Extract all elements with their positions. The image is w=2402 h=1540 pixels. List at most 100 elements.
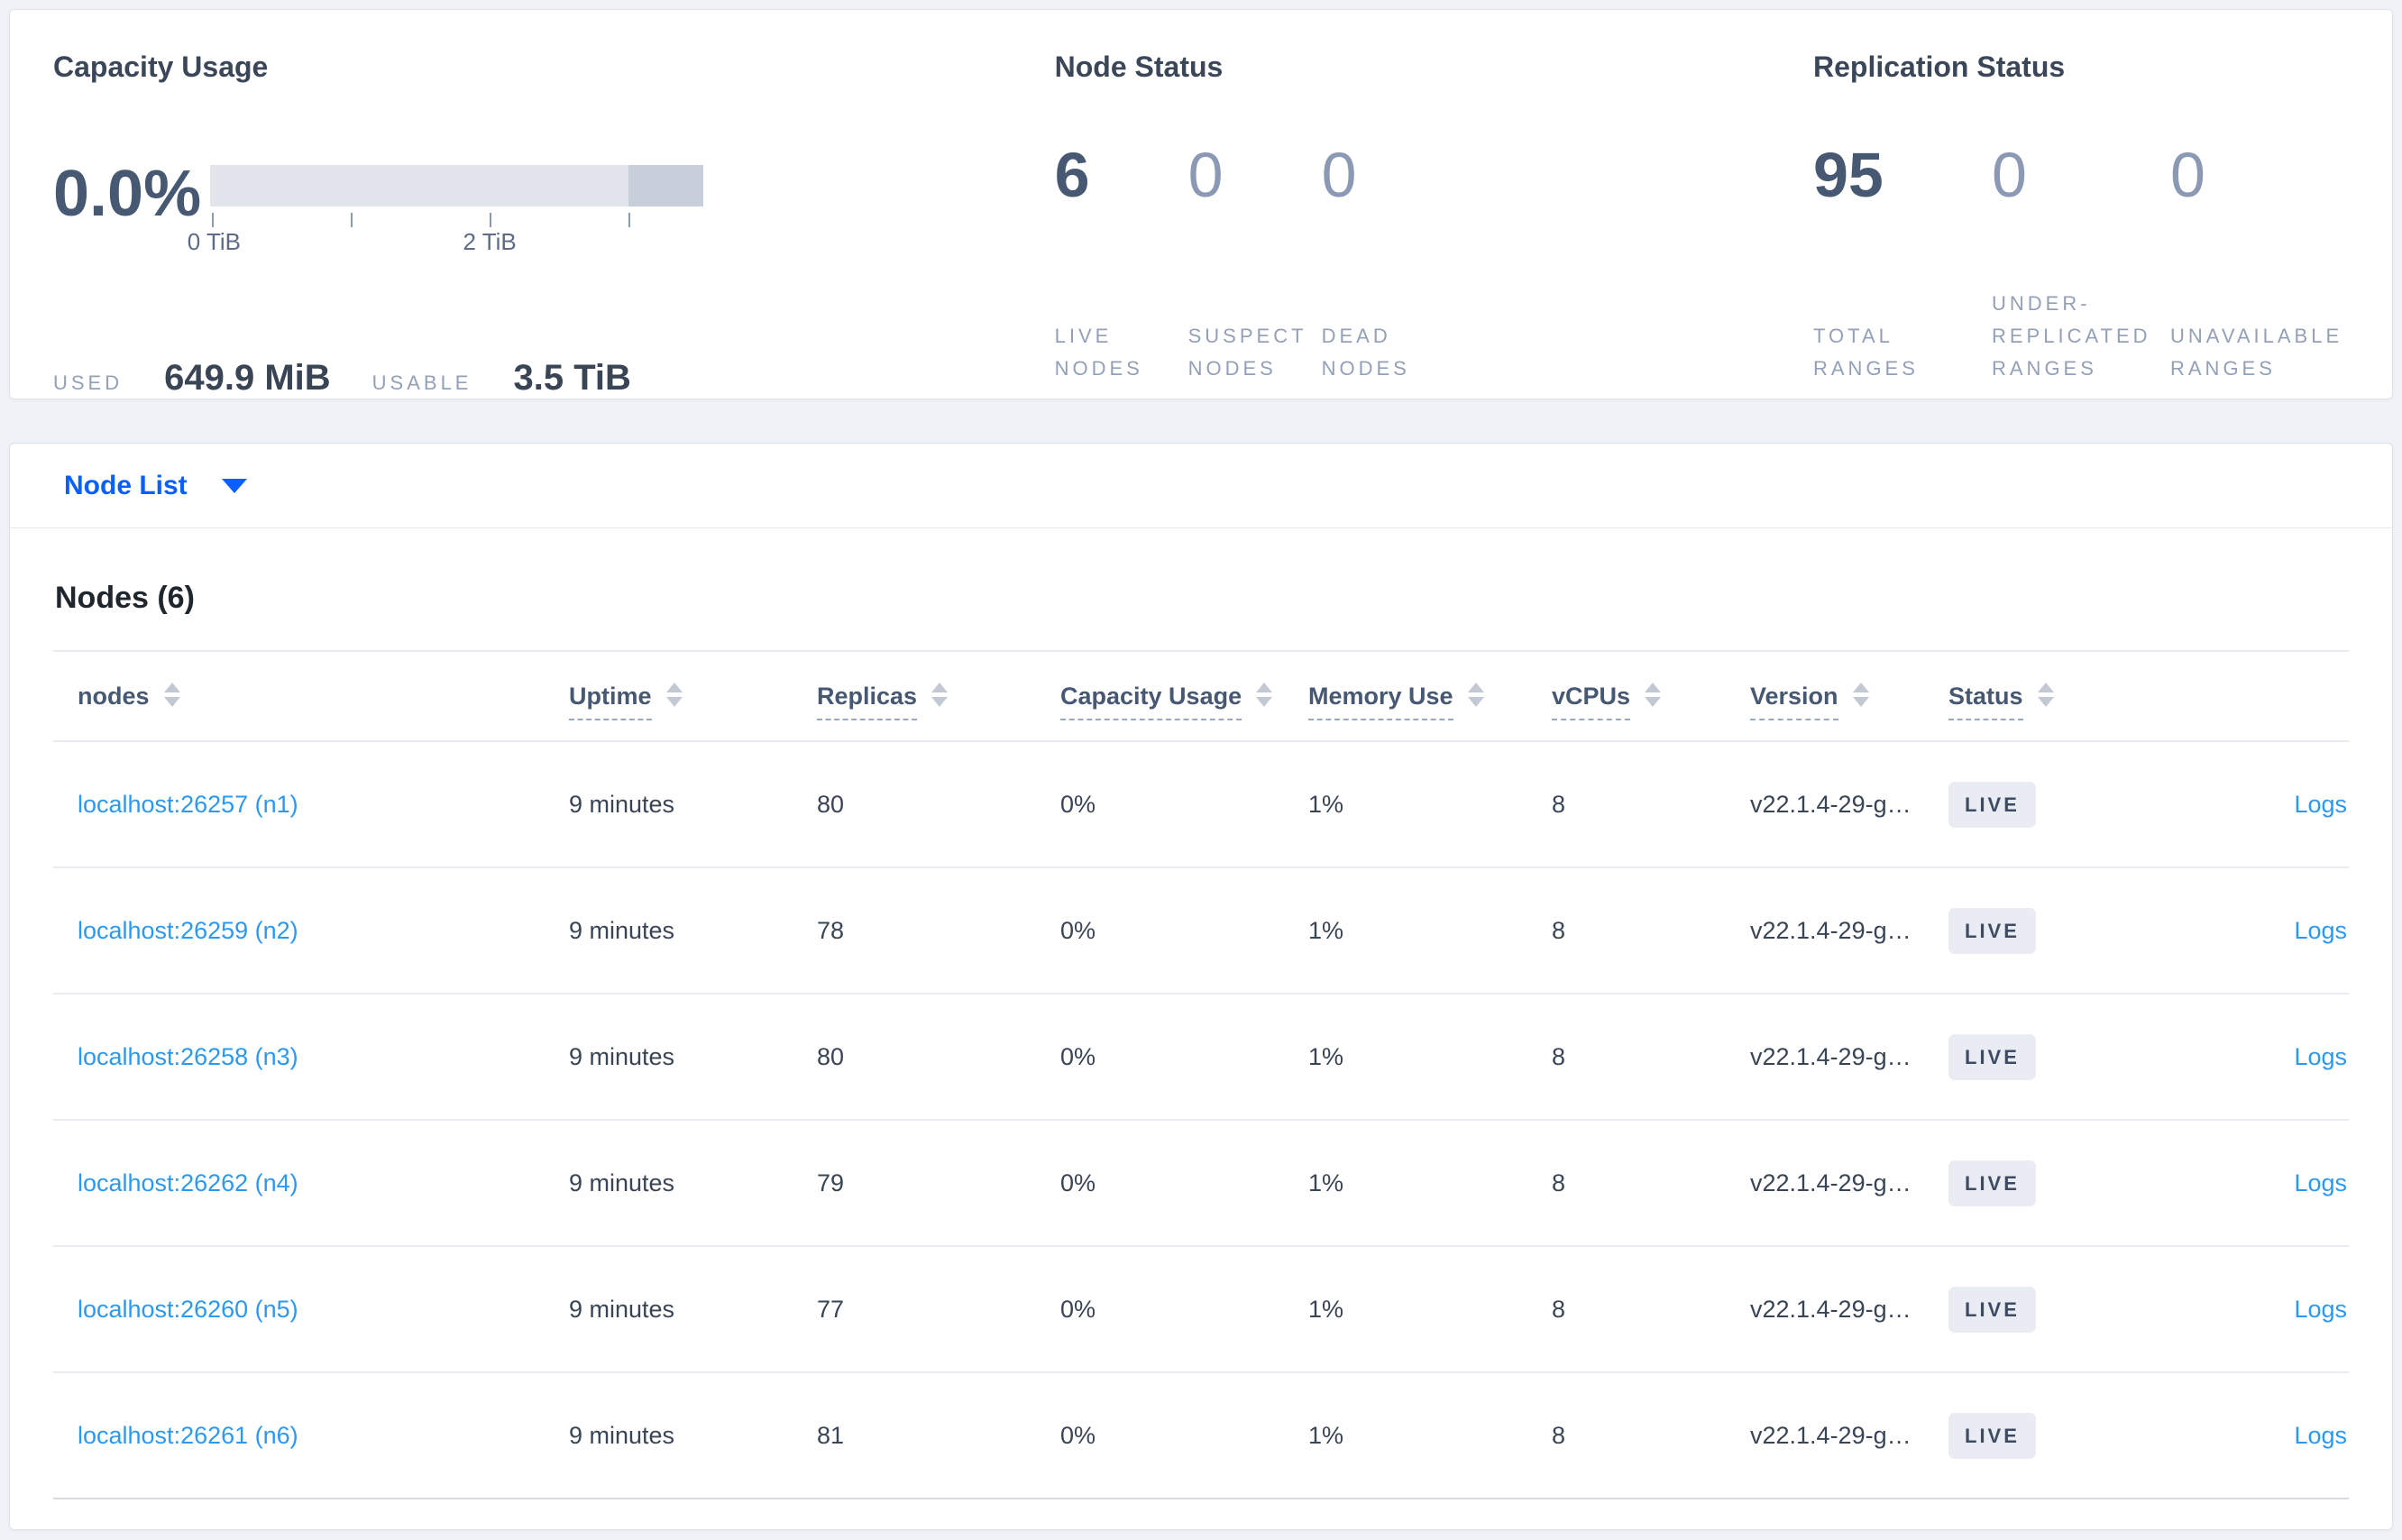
cell-replicas: 77 [817, 1246, 1060, 1373]
cell-node: localhost:26262 (n4) [53, 1120, 569, 1247]
node-link[interactable]: localhost:26259 (n2) [78, 917, 298, 944]
nodes-card: Node List Nodes (6) nodes Uptime Replicas C… [9, 443, 2393, 1530]
cell-memory_use: 1% [1308, 1120, 1552, 1247]
sort-arrows-icon[interactable] [1852, 682, 1869, 707]
cell-version: v22.1.4-29-g… [1750, 741, 1948, 868]
cell-memory_use: 1% [1308, 741, 1552, 868]
cell-logs: Logs [2165, 867, 2349, 995]
cell-status: LIVE [1948, 1120, 2165, 1247]
column-label: Memory Use [1308, 683, 1453, 720]
logs-link[interactable]: Logs [2294, 791, 2347, 818]
column-header-uptime[interactable]: Uptime [569, 650, 817, 742]
cell-vcpus: 8 [1552, 741, 1750, 868]
total-ranges-label: TOTAL RANGES [1813, 324, 1919, 380]
suspect-nodes-value: 0 [1187, 140, 1224, 211]
node-table-row: localhost:26260 (n5) 9 minutes 77 0% 1% 8 v22.… [53, 1246, 2349, 1373]
under-replicated-ranges-stat: 0 UNDER-REPLICATED RANGES [1992, 143, 2170, 398]
column-label: Uptime [569, 683, 652, 720]
dead-nodes-value: 0 [1321, 140, 1357, 211]
sort-arrows-icon[interactable] [2037, 682, 2054, 707]
column-header-replicas[interactable]: Replicas [817, 650, 1060, 742]
cell-logs: Logs [2165, 994, 2349, 1121]
cell-logs: Logs [2165, 741, 2349, 868]
chevron-down-icon [221, 478, 247, 493]
logs-link[interactable]: Logs [2294, 1422, 2347, 1449]
status-badge: LIVE [1948, 907, 2036, 954]
cell-replicas: 81 [817, 1372, 1060, 1499]
suspect-nodes-stat: 0 SUSPECT NODES [1188, 143, 1322, 398]
logs-link[interactable]: Logs [2294, 1043, 2347, 1070]
live-nodes-value: 6 [1054, 140, 1090, 211]
logs-link[interactable]: Logs [2294, 1296, 2347, 1323]
capacity-usage-chart: 0.0% 0 TiB 2 TiB [53, 161, 1055, 257]
column-label: Status [1948, 683, 2023, 720]
cell-vcpus: 8 [1552, 1120, 1750, 1247]
sort-arrows-icon[interactable] [1645, 682, 1662, 707]
cell-logs: Logs [2165, 1372, 2349, 1499]
usable-label: USABLE [371, 371, 472, 395]
column-header-node[interactable]: nodes [53, 650, 569, 742]
column-label: vCPUs [1552, 683, 1631, 720]
cell-replicas: 78 [817, 867, 1060, 995]
total-ranges-value: 95 [1813, 140, 1884, 211]
node-table-row: localhost:26261 (n6) 9 minutes 81 0% 1% 8 v22.… [53, 1372, 2349, 1499]
tick-mark [490, 213, 492, 228]
sort-arrows-icon[interactable] [1256, 682, 1273, 707]
status-badge: LIVE [1948, 1033, 2036, 1080]
cell-status: LIVE [1948, 867, 2165, 995]
column-header-version[interactable]: Version [1750, 650, 1948, 742]
node-link[interactable]: localhost:26258 (n3) [78, 1043, 298, 1070]
cell-capacity_usage: 0% [1060, 867, 1308, 995]
unavailable-ranges-stat: 0 UNAVAILABLE RANGES [2170, 143, 2349, 398]
cell-version: v22.1.4-29-g… [1750, 867, 1948, 995]
sort-arrows-icon[interactable] [1467, 682, 1484, 707]
cell-node: localhost:26261 (n6) [53, 1372, 569, 1499]
unavailable-ranges-label: UNAVAILABLE RANGES [2170, 324, 2343, 380]
table-header-row: nodes Uptime Replicas Capacity Usage Memory … [53, 650, 2349, 742]
sort-arrows-icon[interactable] [665, 682, 683, 707]
replication-status-stats: 95 TOTAL RANGES 0 UNDER-REPLICATED RANGE… [1813, 143, 2349, 399]
logs-link[interactable]: Logs [2294, 917, 2347, 944]
column-header-vcpus[interactable]: vCPUs [1552, 650, 1750, 742]
dead-nodes-stat: 0 DEAD NODES [1322, 143, 1455, 398]
cell-uptime: 9 minutes [569, 1372, 817, 1499]
cell-capacity_usage: 0% [1060, 994, 1308, 1121]
sort-arrows-icon[interactable] [163, 682, 180, 707]
cell-capacity_usage: 0% [1060, 741, 1308, 868]
cell-uptime: 9 minutes [569, 1120, 817, 1247]
tick-label: 0 TiB [187, 228, 241, 256]
sort-arrows-icon[interactable] [931, 682, 949, 707]
capacity-bar-track [210, 165, 703, 207]
suspect-nodes-label: SUSPECT NODES [1187, 324, 1307, 380]
nodes-table-title: Nodes (6) [55, 581, 195, 615]
cell-node: localhost:26259 (n2) [53, 867, 569, 995]
column-header-capacity_usage[interactable]: Capacity Usage [1060, 650, 1308, 742]
node-list-dropdown[interactable]: Node List [10, 444, 2392, 528]
node-link[interactable]: localhost:26261 (n6) [78, 1422, 298, 1449]
node-link[interactable]: localhost:26257 (n1) [78, 791, 298, 818]
node-link[interactable]: localhost:26260 (n5) [78, 1296, 298, 1323]
live-nodes-label: LIVE NODES [1054, 324, 1143, 380]
logs-link[interactable]: Logs [2294, 1169, 2347, 1196]
node-list-dropdown-label: Node List [64, 470, 188, 500]
column-header-memory_use[interactable]: Memory Use [1308, 650, 1552, 742]
tick-mark [350, 213, 353, 228]
column-header-status[interactable]: Status [1948, 650, 2165, 742]
dead-nodes-label: DEAD NODES [1321, 324, 1410, 380]
cell-status: LIVE [1948, 1372, 2165, 1499]
column-label: Version [1750, 683, 1838, 720]
node-status-title: Node Status [1054, 50, 1224, 83]
status-badge: LIVE [1948, 1286, 2036, 1333]
node-link[interactable]: localhost:26262 (n4) [78, 1169, 298, 1196]
capacity-usage-section: Capacity Usage 0.0% 0 TiB 2 TiB USED 649… [53, 50, 1055, 399]
capacity-bar: 0 TiB 2 TiB [188, 161, 703, 257]
cell-vcpus: 8 [1552, 994, 1750, 1121]
status-badge: LIVE [1948, 1412, 2036, 1459]
cell-replicas: 80 [817, 741, 1060, 868]
live-nodes-stat: 6 LIVE NODES [1055, 143, 1188, 398]
cell-capacity_usage: 0% [1060, 1372, 1308, 1499]
cell-vcpus: 8 [1552, 1246, 1750, 1373]
column-header-logs [2165, 650, 2349, 742]
node-table-row: localhost:26262 (n4) 9 minutes 79 0% 1% 8 v22.… [53, 1120, 2349, 1247]
cell-node: localhost:26257 (n1) [53, 741, 569, 868]
